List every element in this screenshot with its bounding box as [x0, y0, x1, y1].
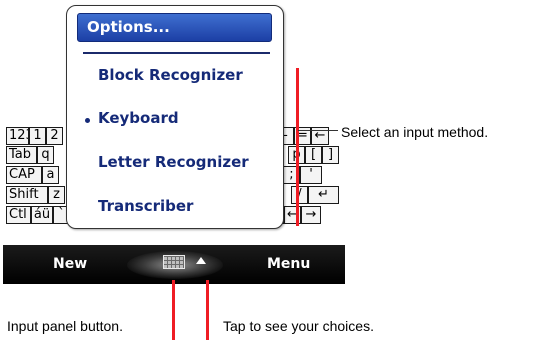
options-item[interactable]: Options... — [77, 13, 272, 42]
up-arrow-icon[interactable] — [196, 257, 206, 264]
key-right-bracket[interactable]: ] — [322, 146, 339, 164]
key-caps[interactable]: CAP — [6, 166, 42, 184]
menu-item-letter-recognizer[interactable]: Letter Recognizer — [98, 153, 249, 171]
menu-bar: New Menu — [3, 245, 345, 284]
key-accents[interactable]: áü — [31, 206, 53, 224]
callout-line-input-panel — [172, 280, 175, 340]
key-2[interactable]: 2 — [46, 127, 63, 145]
key-shift[interactable]: Shift — [6, 186, 48, 204]
menu-item-keyboard[interactable]: Keyboard — [98, 109, 179, 127]
select-method-note: Select an input method. — [341, 124, 489, 140]
selected-bullet-icon — [85, 118, 90, 123]
menu-item-transcriber[interactable]: Transcriber — [98, 197, 193, 215]
key-ctl[interactable]: Ctl — [6, 206, 31, 224]
menu-separator — [83, 52, 270, 54]
input-method-menu: Options... Block Recognizer Keyboard Let… — [66, 5, 284, 229]
keyboard-icon[interactable] — [163, 255, 185, 269]
key-quote[interactable]: ' — [300, 166, 322, 184]
key-left-bracket[interactable]: [ — [305, 146, 322, 164]
callout-line-select-method — [296, 68, 299, 226]
menu-softkey[interactable]: Menu — [267, 256, 310, 272]
key-a[interactable]: a — [42, 166, 59, 184]
key-enter[interactable]: ↵ — [308, 186, 339, 204]
key-tab[interactable]: Tab — [6, 146, 37, 164]
callout-line-tap-choices — [206, 280, 209, 340]
input-panel-note: Input panel button. — [7, 318, 123, 334]
new-softkey[interactable]: New — [53, 256, 87, 272]
menu-item-block-recognizer[interactable]: Block Recognizer — [98, 66, 243, 84]
key-z[interactable]: z — [48, 186, 65, 204]
key-right[interactable]: → — [301, 206, 321, 224]
key-q[interactable]: q — [37, 146, 54, 164]
key-1[interactable]: 1 — [29, 127, 46, 145]
callout-line-select-method-horizontal — [298, 130, 338, 131]
key-slash[interactable]: / — [291, 186, 308, 204]
key-123[interactable]: 123 — [6, 127, 29, 145]
tap-choices-note: Tap to see your choices. — [223, 318, 374, 334]
